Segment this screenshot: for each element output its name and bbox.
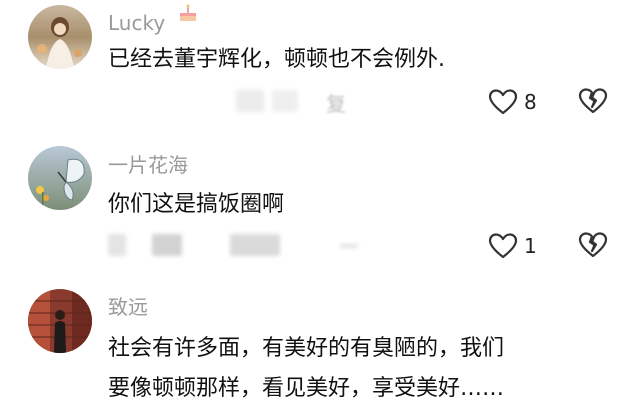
comment-text: 已经去董宇辉化，顿顿也不会例外. — [108, 47, 445, 72]
dislike-button[interactable] — [578, 87, 608, 117]
blurred-location — [152, 234, 182, 256]
broken-heart-icon — [578, 87, 608, 115]
comment-text: 你们这是搞饭圈啊 — [108, 192, 285, 217]
blurred-location — [230, 234, 280, 256]
like-button[interactable]: 1 — [488, 231, 537, 261]
like-count: 8 — [524, 90, 537, 114]
reply-label[interactable] — [340, 244, 358, 248]
blurred-timestamp — [236, 90, 264, 112]
avatar[interactable] — [28, 289, 92, 353]
blurred-location — [272, 90, 298, 112]
reply-label[interactable]: 复 — [326, 88, 346, 117]
like-count: 1 — [524, 234, 537, 258]
blurred-timestamp — [108, 234, 126, 256]
avatar[interactable] — [28, 146, 92, 210]
avatar[interactable] — [28, 5, 92, 69]
avatar-image — [28, 289, 92, 353]
heart-outline-icon — [488, 232, 518, 260]
like-button[interactable]: 8 — [488, 87, 537, 117]
comment-meta — [108, 230, 368, 260]
username[interactable]: Lucky — [108, 11, 165, 35]
dislike-button[interactable] — [578, 231, 608, 261]
heart-outline-icon — [488, 88, 518, 116]
broken-heart-icon — [578, 231, 608, 259]
avatar-image — [28, 146, 92, 210]
comment-text-line: 要像顿顿那样，看见美好，享受美好…… — [108, 376, 505, 401]
avatar-image — [28, 5, 92, 69]
cake-icon — [177, 2, 199, 28]
comment-text-line: 社会有许多面，有美好的有臭陋的，我们 — [108, 336, 505, 361]
comment-meta: 复 — [108, 86, 368, 116]
username[interactable]: 致远 — [108, 295, 148, 319]
username[interactable]: 一片花海 — [108, 153, 188, 177]
